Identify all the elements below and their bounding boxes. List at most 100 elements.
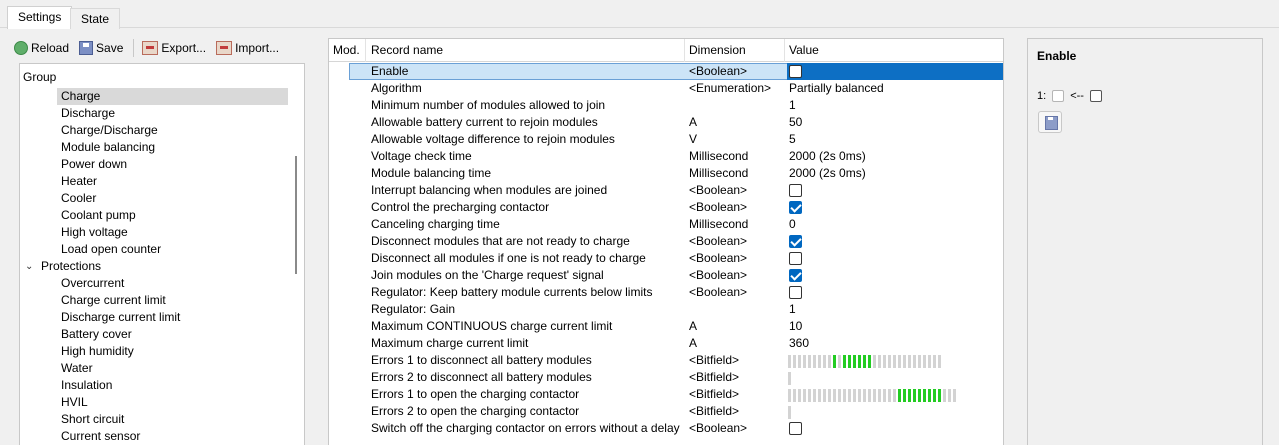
- table-row[interactable]: Maximum CONTINUOUS charge current limit A…: [329, 318, 1003, 335]
- value-cell[interactable]: 2000 (2s 0ms): [789, 165, 866, 182]
- tree-item-water[interactable]: Water: [61, 360, 93, 377]
- table-row[interactable]: Regulator: Keep battery module currents …: [329, 284, 1003, 301]
- table-row[interactable]: Join modules on the 'Charge request' sig…: [329, 267, 1003, 284]
- table-row[interactable]: Algorithm <Enumeration> Partially balanced: [329, 80, 1003, 97]
- tree-header: Group: [23, 70, 57, 84]
- tree-scrollbar[interactable]: [295, 156, 297, 274]
- value-cell[interactable]: Partially balanced: [789, 80, 884, 97]
- bitfield-bit: [883, 389, 886, 402]
- table-row[interactable]: Errors 2 to open the charging contactor <…: [329, 403, 1003, 420]
- value-cell[interactable]: 1: [789, 301, 796, 318]
- table-row[interactable]: Errors 2 to disconnect all battery modul…: [329, 369, 1003, 386]
- tree-item-hvil[interactable]: HVIL: [61, 394, 88, 411]
- value-cell[interactable]: 1: [789, 97, 796, 114]
- table-row[interactable]: Minimum number of modules allowed to joi…: [329, 97, 1003, 114]
- table-row[interactable]: Allowable voltage difference to rejoin m…: [329, 131, 1003, 148]
- bitfield-bit: [883, 355, 886, 368]
- tree-item-high-humidity[interactable]: High humidity: [61, 343, 134, 360]
- tab-settings[interactable]: Settings: [7, 6, 73, 29]
- detail-save-button[interactable]: [1038, 111, 1062, 133]
- table-row[interactable]: Enable <Boolean>: [329, 63, 1003, 80]
- table-row[interactable]: Regulator: Gain 1: [329, 301, 1003, 318]
- tree-item-current-sensor[interactable]: Current sensor: [61, 428, 140, 445]
- value-checkbox[interactable]: [789, 269, 802, 282]
- column-header-record-name[interactable]: Record name: [367, 39, 443, 62]
- bitfield-indicator[interactable]: [788, 406, 791, 419]
- detail-new-value-checkbox[interactable]: [1089, 89, 1102, 102]
- bitfield-bit: [833, 355, 836, 368]
- table-row[interactable]: Allowable battery current to rejoin modu…: [329, 114, 1003, 131]
- value-checkbox[interactable]: [789, 422, 802, 435]
- table-row[interactable]: Switch off the charging contactor on err…: [329, 420, 1003, 437]
- chevron-down-icon[interactable]: ⌄: [25, 258, 35, 275]
- bitfield-indicator[interactable]: [788, 355, 941, 368]
- table-row[interactable]: Canceling charging time Millisecond 0: [329, 216, 1003, 233]
- tree-item-cooler[interactable]: Cooler: [61, 190, 96, 207]
- tab-state[interactable]: State: [70, 8, 121, 29]
- table-row[interactable]: Errors 1 to open the charging contactor <…: [329, 386, 1003, 403]
- bitfield-bit: [863, 389, 866, 402]
- table-row[interactable]: Disconnect modules that are not ready to…: [329, 233, 1003, 250]
- tree-item-high-voltage[interactable]: High voltage: [61, 224, 128, 241]
- value-checkbox[interactable]: [789, 184, 802, 197]
- tree-item-short-circuit[interactable]: Short circuit: [61, 411, 124, 428]
- tree-item-battery-cover[interactable]: Battery cover: [61, 326, 132, 343]
- bitfield-bit: [788, 389, 791, 402]
- tree-item-coolant-pump[interactable]: Coolant pump: [61, 207, 136, 224]
- tree-item-label: Discharge: [61, 106, 116, 120]
- value-cell[interactable]: 2000 (2s 0ms): [789, 148, 866, 165]
- bitfield-indicator[interactable]: [788, 389, 956, 402]
- bitfield-bit: [828, 389, 831, 402]
- tree-item-module-balancing[interactable]: Module balancing: [61, 139, 155, 156]
- table-row[interactable]: Disconnect all modules if one is not rea…: [329, 250, 1003, 267]
- value-cell[interactable]: 5: [789, 131, 796, 148]
- value-checkbox[interactable]: [789, 252, 802, 265]
- reload-label: Reload: [31, 41, 70, 55]
- value-cell[interactable]: 10: [789, 318, 802, 335]
- bitfield-bit: [913, 389, 916, 402]
- tree-item-discharge[interactable]: Discharge: [61, 105, 115, 122]
- tree-item-power-down[interactable]: Power down: [61, 156, 127, 173]
- bitfield-bit: [833, 389, 836, 402]
- value-checkbox[interactable]: [789, 65, 802, 78]
- import-button[interactable]: Import...: [216, 38, 279, 58]
- bitfield-bit: [943, 389, 946, 402]
- selection-accent: [787, 63, 1003, 80]
- tree-item-charge-current-limit[interactable]: Charge current limit: [61, 292, 166, 309]
- tree-item-protections[interactable]: Protections: [41, 258, 101, 275]
- column-header-value[interactable]: Value: [785, 39, 819, 62]
- column-divider[interactable]: [365, 39, 366, 62]
- column-header-mod[interactable]: Mod.: [329, 39, 360, 62]
- bitfield-bit: [858, 355, 861, 368]
- dimension-cell: <Boolean>: [689, 200, 748, 214]
- bitfield-indicator[interactable]: [788, 372, 791, 385]
- bitfield-bit: [853, 355, 856, 368]
- tree-item-overcurrent[interactable]: Overcurrent: [61, 275, 124, 292]
- record-name-cell: Allowable battery current to rejoin modu…: [371, 115, 598, 129]
- table-row[interactable]: Voltage check time Millisecond 2000 (2s 0m…: [329, 148, 1003, 165]
- value-checkbox[interactable]: [789, 201, 802, 214]
- table-row[interactable]: Errors 1 to disconnect all battery modul…: [329, 352, 1003, 369]
- tree-item-discharge-current-limit[interactable]: Discharge current limit: [61, 309, 180, 326]
- tree-item-label: High voltage: [61, 225, 128, 239]
- value-checkbox[interactable]: [789, 235, 802, 248]
- value-cell[interactable]: 360: [789, 335, 809, 352]
- value-checkbox[interactable]: [789, 286, 802, 299]
- tree-item-heater[interactable]: Heater: [61, 173, 97, 190]
- tree-item-load-open-counter[interactable]: Load open counter: [61, 241, 161, 258]
- tree-item-charge-discharge[interactable]: Charge/Discharge: [61, 122, 158, 139]
- tree-item-charge[interactable]: Charge: [57, 88, 288, 105]
- tree-item-insulation[interactable]: Insulation: [61, 377, 112, 394]
- table-row[interactable]: Module balancing time Millisecond 2000 (2s…: [329, 165, 1003, 182]
- bitfield-bit: [913, 355, 916, 368]
- save-button[interactable]: Save: [79, 38, 123, 58]
- value-cell[interactable]: 0: [789, 216, 796, 233]
- table-row[interactable]: Maximum charge current limit A 360: [329, 335, 1003, 352]
- reload-button[interactable]: Reload: [14, 38, 69, 58]
- table-row[interactable]: Control the precharging contactor <Boolea…: [329, 199, 1003, 216]
- export-button[interactable]: Export...: [142, 38, 206, 58]
- table-row[interactable]: Interrupt balancing when modules are joi…: [329, 182, 1003, 199]
- value-cell[interactable]: 50: [789, 114, 802, 131]
- column-header-dimension[interactable]: Dimension: [685, 39, 746, 62]
- tree-item-label: Module balancing: [61, 140, 156, 154]
